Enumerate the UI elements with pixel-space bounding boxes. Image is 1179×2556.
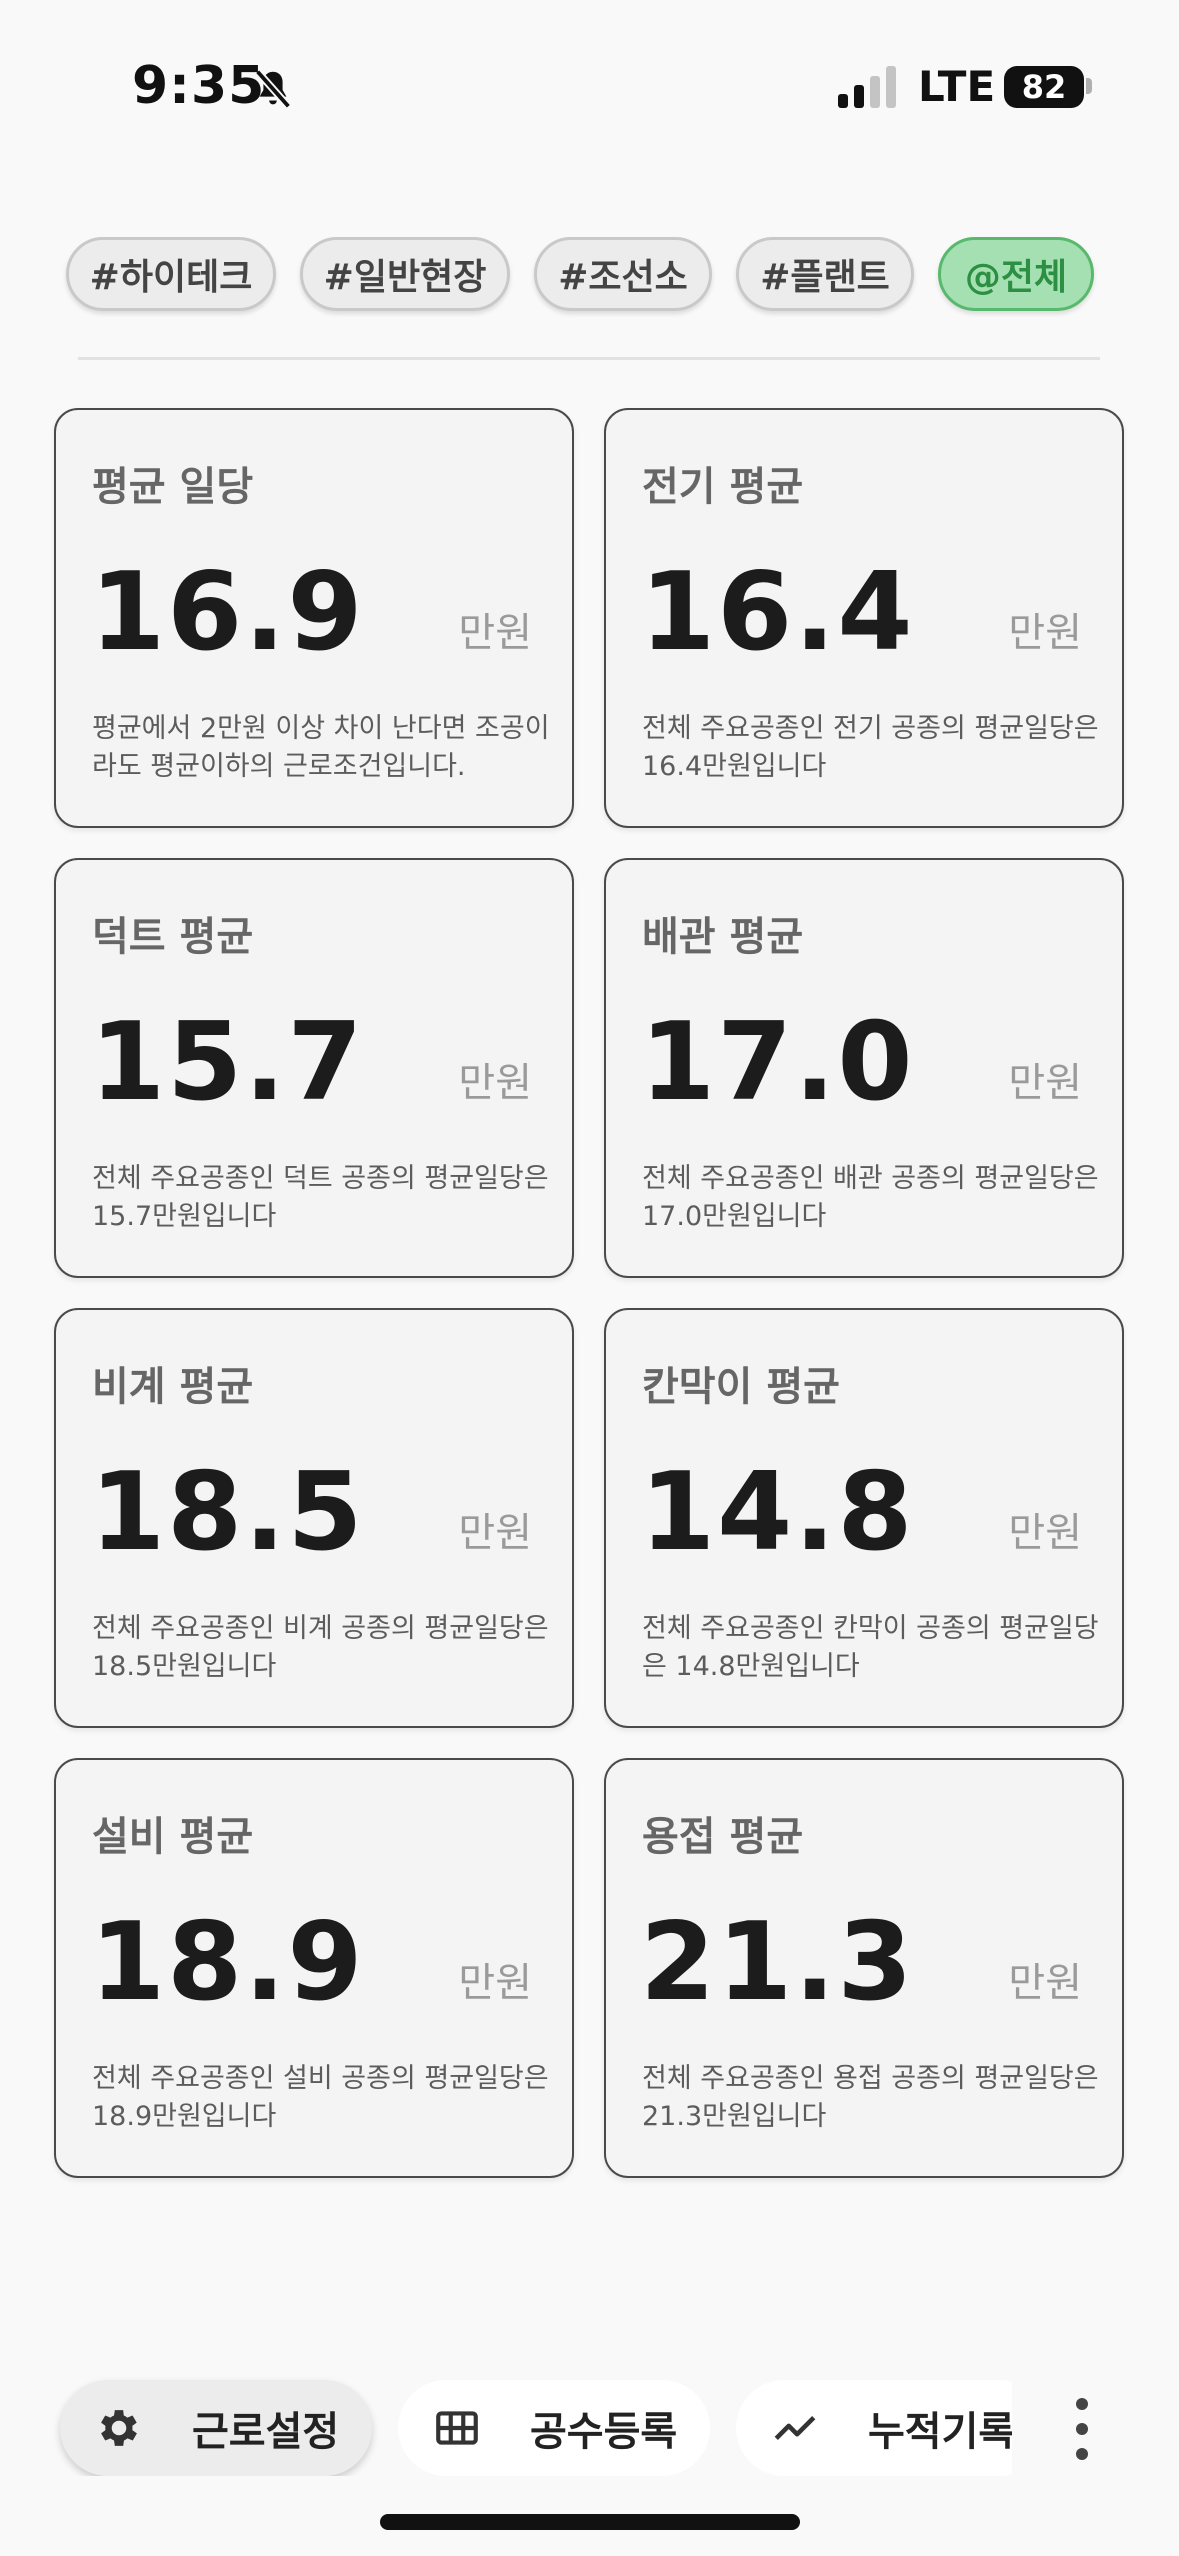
chip-general-site[interactable]: #일반현장	[300, 237, 510, 311]
card-unit: 만원	[1008, 1510, 1082, 1556]
nav-label: 근로설정	[192, 2409, 340, 2455]
bottom-nav: 근로설정 공수등록 누적기록	[0, 2360, 1012, 2476]
chip-plant[interactable]: #플랜트	[736, 237, 914, 311]
card-description: 평균에서 2만원 이상 차이 난다면 조공이라도 평균이하의 근로조건입니다.	[92, 713, 550, 782]
card-average-daily[interactable]: 평균 일당 16.9 만원 평균에서 2만원 이상 차이 난다면 조공이라도 평…	[54, 408, 574, 828]
card-title: 평균 일당	[92, 464, 254, 510]
chip-shipyard[interactable]: #조선소	[534, 237, 712, 311]
card-value: 18.5	[90, 1450, 365, 1575]
nav-label: 공수등록	[530, 2409, 678, 2455]
card-unit: 만원	[458, 1960, 532, 2006]
trend-icon	[774, 2415, 816, 2441]
card-unit: 만원	[1008, 1060, 1082, 1106]
card-partition-average[interactable]: 칸막이 평균 14.8 만원 전체 주요공종인 칸막이 공종의 평균일당은 14…	[604, 1308, 1124, 1728]
card-piping-average[interactable]: 배관 평균 17.0 만원 전체 주요공종인 배관 공종의 평균일당은 17.0…	[604, 858, 1124, 1278]
signal-icon	[838, 66, 896, 108]
nav-cumulative-records[interactable]: 누적기록	[736, 2380, 1012, 2476]
home-indicator	[380, 2514, 800, 2530]
chip-hightech[interactable]: #하이테크	[66, 237, 276, 311]
screen: 9:35 LTE 82 #하이테크 #일반현장 #조선소 #플랜트 @전체 평균…	[0, 0, 1179, 2556]
card-welding-average[interactable]: 용접 평균 21.3 만원 전체 주요공종인 용접 공종의 평균일당은 21.3…	[604, 1758, 1124, 2178]
card-title: 비계 평균	[92, 1364, 254, 1410]
bell-muted-icon	[254, 69, 292, 109]
card-value: 15.7	[90, 1000, 365, 1125]
card-description: 전체 주요공종인 비계 공종의 평균일당은 18.5만원입니다	[92, 1613, 549, 1682]
grid-icon	[436, 2411, 478, 2445]
filter-chips: #하이테크 #일반현장 #조선소 #플랜트 @전체	[66, 237, 1096, 311]
card-value: 14.8	[640, 1450, 915, 1575]
card-value: 21.3	[640, 1900, 915, 2025]
card-title: 칸막이 평균	[642, 1364, 840, 1410]
status-time: 9:35	[132, 56, 266, 116]
card-unit: 만원	[1008, 1960, 1082, 2006]
more-vertical-icon[interactable]	[1064, 2394, 1100, 2464]
divider	[78, 357, 1100, 360]
card-description: 전체 주요공종인 배관 공종의 평균일당은 17.0만원입니다	[642, 1163, 1099, 1232]
gear-icon	[101, 2410, 137, 2446]
card-scaffold-average[interactable]: 비계 평균 18.5 만원 전체 주요공종인 비계 공종의 평균일당은 18.5…	[54, 1308, 574, 1728]
nav-label: 누적기록	[868, 2409, 1012, 2455]
card-description: 전체 주요공종인 용접 공종의 평균일당은 21.3만원입니다	[642, 2063, 1099, 2132]
card-unit: 만원	[1008, 610, 1082, 656]
network-type: LTE	[918, 62, 996, 111]
card-unit: 만원	[458, 610, 532, 656]
card-title: 설비 평균	[92, 1814, 254, 1860]
card-description: 전체 주요공종인 설비 공종의 평균일당은 18.9만원입니다	[92, 2063, 549, 2132]
card-value: 17.0	[640, 1000, 915, 1125]
card-description: 전체 주요공종인 전기 공종의 평균일당은 16.4만원입니다	[642, 713, 1099, 782]
card-title: 전기 평균	[642, 464, 804, 510]
card-description: 전체 주요공종인 덕트 공종의 평균일당은 15.7만원입니다	[92, 1163, 549, 1232]
battery-tip	[1086, 78, 1092, 94]
card-electric-average[interactable]: 전기 평균 16.4 만원 전체 주요공종인 전기 공종의 평균일당은 16.4…	[604, 408, 1124, 828]
card-duct-average[interactable]: 덕트 평균 15.7 만원 전체 주요공종인 덕트 공종의 평균일당은 15.7…	[54, 858, 574, 1278]
card-equipment-average[interactable]: 설비 평균 18.9 만원 전체 주요공종인 설비 공종의 평균일당은 18.9…	[54, 1758, 574, 2178]
card-description: 전체 주요공종인 칸막이 공종의 평균일당은 14.8만원입니다	[642, 1613, 1099, 1682]
nav-work-settings[interactable]: 근로설정	[60, 2380, 372, 2476]
card-title: 덕트 평균	[92, 914, 254, 960]
chip-all[interactable]: @전체	[938, 237, 1094, 311]
card-value: 16.4	[640, 550, 915, 675]
card-value: 16.9	[90, 550, 365, 675]
card-unit: 만원	[458, 1510, 532, 1556]
card-value: 18.9	[90, 1900, 365, 2025]
battery-level: 82	[1004, 66, 1084, 108]
card-unit: 만원	[458, 1060, 532, 1106]
card-title: 용접 평균	[642, 1814, 804, 1860]
nav-work-registration[interactable]: 공수등록	[398, 2380, 710, 2476]
card-title: 배관 평균	[642, 914, 804, 960]
